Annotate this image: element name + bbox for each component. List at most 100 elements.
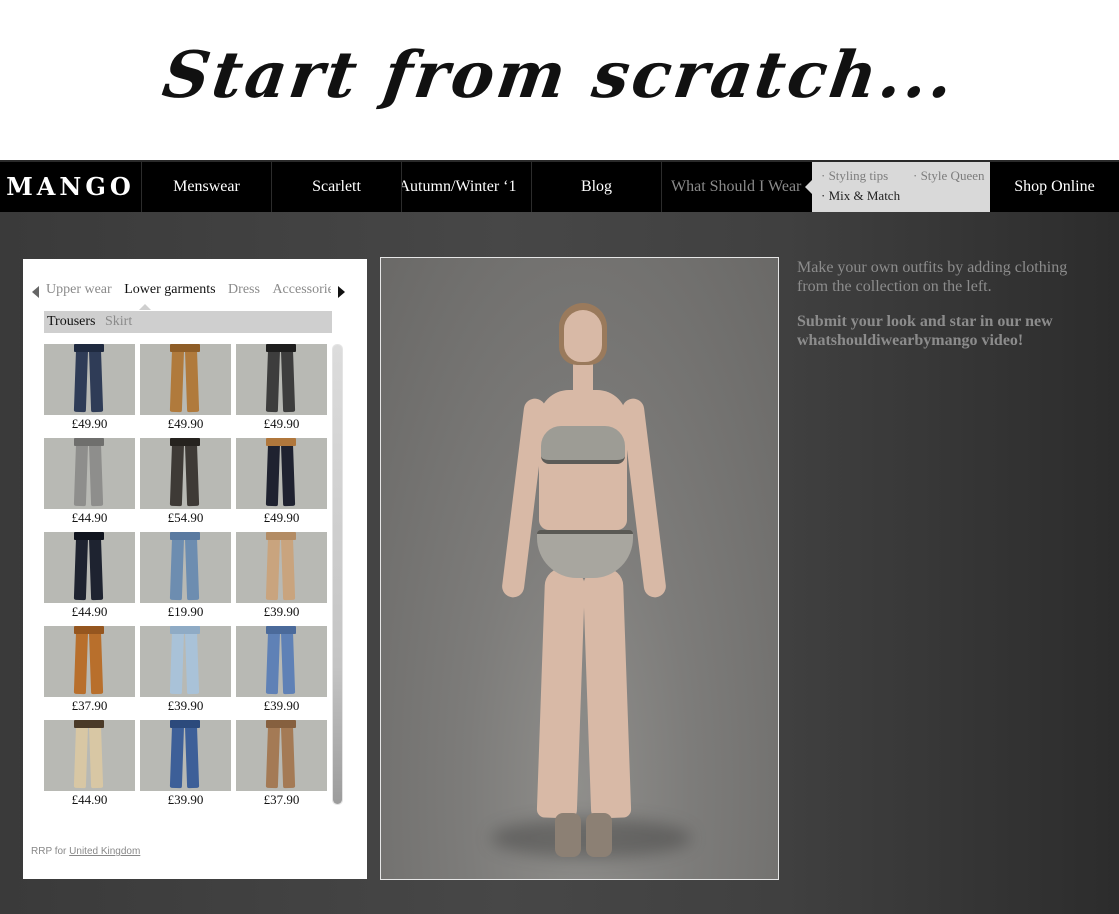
- trouser-leg: [169, 439, 185, 507]
- trouser-leg: [280, 345, 296, 413]
- trouser-leg: [184, 721, 200, 789]
- product-item[interactable]: £39.90: [140, 720, 231, 811]
- trouser-waist: [74, 626, 104, 634]
- trouser-waist: [74, 720, 104, 728]
- subtab-skirt[interactable]: Skirt: [105, 311, 132, 333]
- product-item[interactable]: £49.90: [44, 344, 135, 435]
- trouser-leg: [265, 533, 281, 601]
- product-price: £39.90: [263, 698, 300, 713]
- nav-blog[interactable]: Blog: [532, 162, 662, 212]
- trouser-leg: [184, 439, 200, 507]
- product-thumbnail[interactable]: [236, 720, 327, 791]
- submit-look-text: Submit your look and star in our new wha…: [797, 313, 1053, 349]
- product-thumbnail[interactable]: [236, 532, 327, 603]
- product-thumbnail[interactable]: [140, 532, 231, 603]
- product-item[interactable]: £44.90: [44, 720, 135, 811]
- product-item[interactable]: £39.90: [236, 626, 327, 717]
- tab-upper-wear[interactable]: Upper wear: [46, 282, 112, 298]
- product-price: £19.90: [167, 604, 204, 619]
- rrp-country-link[interactable]: United Kingdom: [69, 846, 140, 857]
- scrollbar-thumb[interactable]: [333, 345, 342, 804]
- product-price: £44.90: [71, 510, 108, 525]
- product-item[interactable]: £49.90: [236, 344, 327, 435]
- product-price: £49.90: [71, 416, 108, 431]
- arrow-left-icon[interactable]: [32, 286, 39, 298]
- nav-what-should-i-wear[interactable]: What Should I Wear: [662, 162, 812, 212]
- hero-banner: Start from scratch...: [0, 0, 1119, 160]
- nav-autumn-winter[interactable]: Autumn/Winter ‘1: [402, 162, 532, 212]
- rrp-note: RRP for United Kingdom: [31, 846, 140, 857]
- submenu-mix-match[interactable]: · Mix & Match: [821, 188, 900, 204]
- product-item[interactable]: £39.90: [236, 532, 327, 623]
- instructions-text: Make your own outfits by adding clothing…: [797, 259, 1068, 295]
- mango-logo[interactable]: MANGO: [0, 162, 142, 212]
- trouser-leg: [184, 345, 200, 413]
- product-thumbnail[interactable]: [140, 344, 231, 415]
- product-item[interactable]: £49.90: [140, 344, 231, 435]
- trouser-leg: [88, 627, 104, 695]
- nav-autumn-winter-label: Autumn/Winter ‘1: [402, 178, 517, 195]
- trouser-waist: [74, 344, 104, 352]
- trouser-waist: [170, 438, 200, 446]
- product-thumbnail[interactable]: [236, 344, 327, 415]
- nav-shop-online[interactable]: Shop Online: [990, 162, 1119, 212]
- product-item[interactable]: £37.90: [44, 626, 135, 717]
- submenu-style-queen[interactable]: · Style Queen: [913, 168, 984, 184]
- product-item[interactable]: £44.90: [44, 532, 135, 623]
- product-item[interactable]: £19.90: [140, 532, 231, 623]
- trouser-leg: [265, 439, 281, 507]
- product-thumbnail[interactable]: [44, 532, 135, 603]
- category-tabs: Upper wear Lower garments Dress Accessor…: [46, 282, 331, 302]
- model-leg-left: [536, 567, 586, 819]
- trouser-leg: [280, 721, 296, 789]
- product-thumbnail[interactable]: [44, 344, 135, 415]
- trouser-leg: [265, 721, 281, 789]
- product-item[interactable]: £37.90: [236, 720, 327, 811]
- trouser-waist: [170, 532, 200, 540]
- trouser-waist: [74, 438, 104, 446]
- trouser-leg: [184, 627, 200, 695]
- main-area: Upper wear Lower garments Dress Accessor…: [0, 212, 1119, 914]
- product-thumbnail[interactable]: [140, 720, 231, 791]
- trouser-waist: [266, 532, 296, 540]
- product-thumbnail[interactable]: [236, 438, 327, 509]
- product-item[interactable]: £54.90: [140, 438, 231, 529]
- tab-accessories[interactable]: Accessories: [272, 282, 331, 298]
- product-thumbnail[interactable]: [140, 438, 231, 509]
- model-shoe-left: [555, 813, 581, 857]
- trouser-leg: [169, 345, 185, 413]
- product-thumbnail[interactable]: [140, 626, 231, 697]
- product-price: £54.90: [167, 510, 204, 525]
- collection-panel: Upper wear Lower garments Dress Accessor…: [23, 259, 367, 879]
- product-thumbnail[interactable]: [44, 438, 135, 509]
- submenu-styling-tips[interactable]: · Styling tips: [821, 168, 888, 184]
- model-stage[interactable]: [380, 257, 779, 880]
- product-thumbnail[interactable]: [44, 626, 135, 697]
- scrollbar[interactable]: [332, 344, 343, 805]
- rrp-label: RRP for: [31, 846, 67, 857]
- trouser-waist: [74, 532, 104, 540]
- trouser-waist: [170, 720, 200, 728]
- product-item[interactable]: £44.90: [44, 438, 135, 529]
- product-price: £49.90: [263, 510, 300, 525]
- product-thumbnail[interactable]: [236, 626, 327, 697]
- tab-dress[interactable]: Dress: [228, 282, 260, 298]
- arrow-right-icon[interactable]: [338, 286, 345, 298]
- trouser-leg: [88, 721, 104, 789]
- trouser-waist: [266, 438, 296, 446]
- trouser-leg: [184, 533, 200, 601]
- trouser-leg: [73, 627, 89, 695]
- trouser-leg: [169, 533, 185, 601]
- product-item[interactable]: £49.90: [236, 438, 327, 529]
- tab-lower-garments[interactable]: Lower garments: [124, 282, 215, 298]
- model-shoe-right: [586, 813, 612, 857]
- product-thumbnail[interactable]: [44, 720, 135, 791]
- product-item[interactable]: £39.90: [140, 626, 231, 717]
- trouser-leg: [73, 345, 89, 413]
- subtab-trousers[interactable]: Trousers: [47, 311, 96, 333]
- product-price: £49.90: [263, 416, 300, 431]
- product-price: £39.90: [167, 792, 204, 807]
- nav-menswear[interactable]: Menswear: [142, 162, 272, 212]
- product-price: £37.90: [71, 698, 108, 713]
- nav-scarlett[interactable]: Scarlett: [272, 162, 402, 212]
